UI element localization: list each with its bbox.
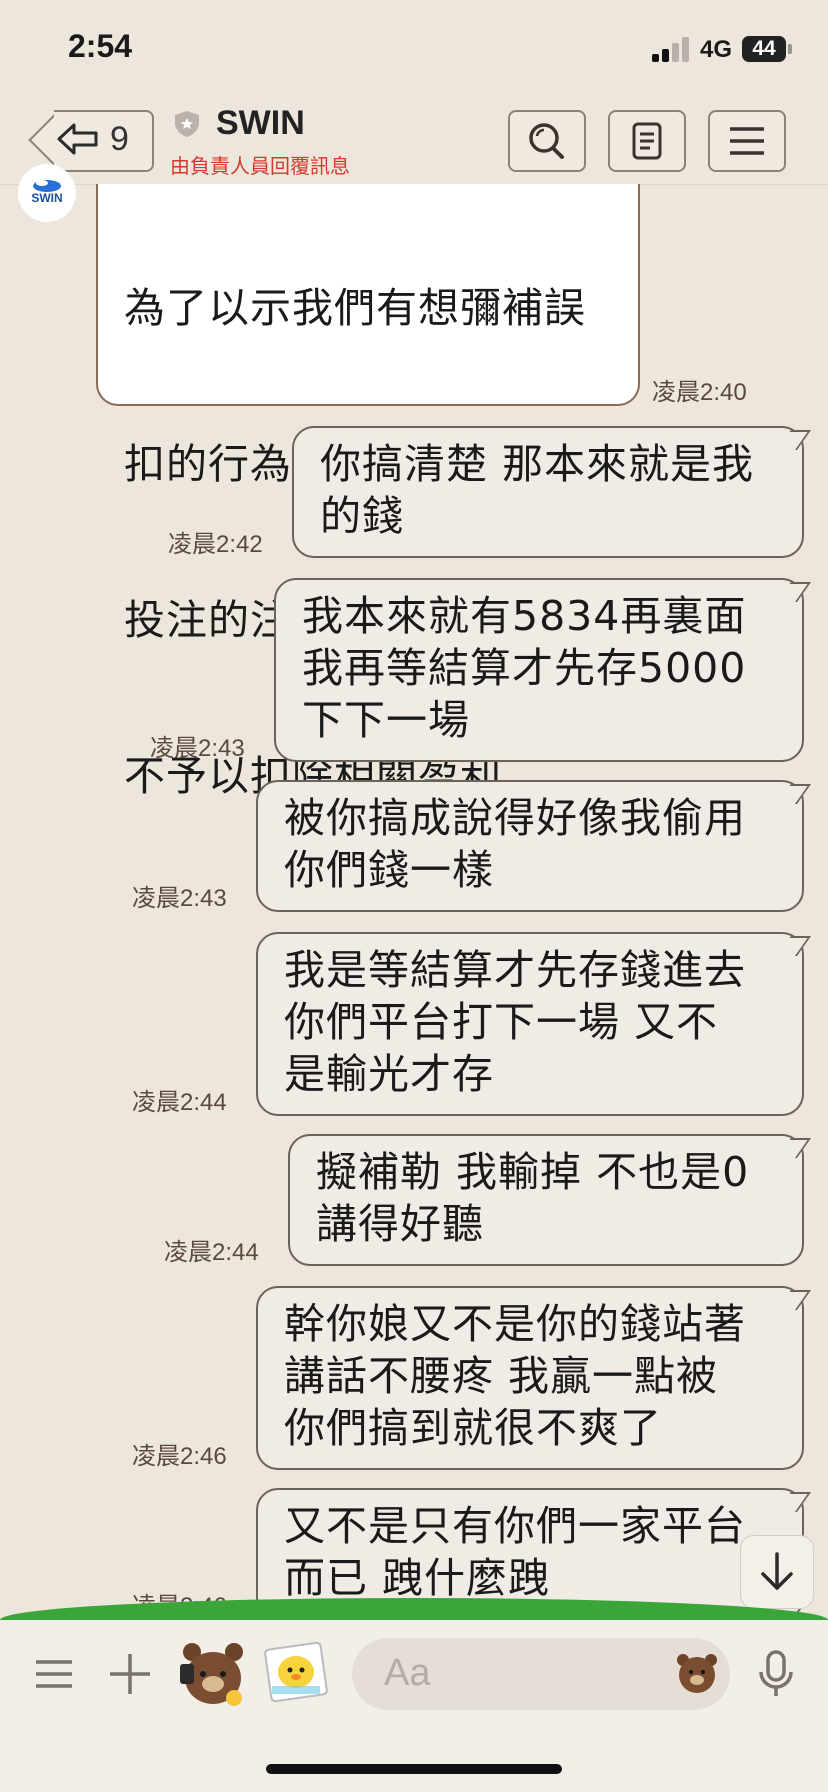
unread-count: 9	[110, 120, 129, 158]
outgoing-message-bubble[interactable]: 我本來就有5834再裏面 我再等結算才先存5000 下下一場	[274, 578, 804, 762]
message-time: 凌晨2:42	[168, 531, 263, 558]
chat-subtitle: 由負責人員回覆訊息	[170, 154, 350, 178]
incoming-line: 為了以示我們有想彌補誤	[124, 284, 586, 332]
status-time: 2:54	[68, 28, 133, 64]
bear-sticker-icon[interactable]	[178, 1638, 248, 1708]
scroll-to-bottom-button[interactable]	[740, 1535, 814, 1609]
battery-tip	[788, 44, 792, 54]
shield-icon	[175, 111, 199, 137]
menu-icon	[730, 127, 764, 155]
chat-title[interactable]: SWIN	[216, 104, 305, 143]
message-time: 凌晨2:44	[132, 1089, 227, 1116]
emoji-bear-icon[interactable]	[674, 1650, 720, 1696]
outgoing-message-bubble[interactable]: 擬補勒 我輸掉 不也是0 講得好聽	[288, 1134, 804, 1266]
chick-sticker-icon[interactable]	[264, 1640, 328, 1704]
notes-button[interactable]	[608, 110, 686, 172]
swin-logo-icon: SWIN	[31, 180, 63, 205]
back-button[interactable]: 9	[28, 110, 154, 172]
message-time: 凌晨2:46	[132, 1443, 227, 1470]
back-arrow-icon	[57, 123, 98, 155]
avatar[interactable]: SWIN	[18, 164, 76, 222]
battery-icon: 44	[742, 36, 786, 62]
menu-button[interactable]	[708, 110, 786, 172]
message-text: 你搞清楚 那本來就是我 的錢	[320, 440, 755, 540]
menu-icon[interactable]	[32, 1652, 76, 1696]
home-indicator	[266, 1764, 562, 1774]
outgoing-message-bubble[interactable]: 幹你娘又不是你的錢站著 講話不腰疼 我贏一點被 你們搞到就很不爽了	[256, 1286, 804, 1470]
message-text: 又不是只有你們一家平台 而已 跩什麼跩	[284, 1502, 746, 1602]
message-text: 我本來就有5834再裏面 我再等結算才先存5000 下下一場	[302, 592, 747, 744]
message-time: 凌晨2:43	[150, 735, 245, 762]
avatar-label: SWIN	[31, 191, 62, 205]
message-input-placeholder: Aa	[384, 1652, 431, 1694]
message-time: 凌晨2:43	[132, 885, 227, 912]
incoming-message-bubble[interactable]: 為了以示我們有想彌補誤 扣的行為，對於您10/13 投注的注單 11203032…	[96, 184, 640, 800]
arrow-down-icon	[761, 1552, 793, 1590]
search-button[interactable]	[508, 110, 586, 172]
message-text: 幹你娘又不是你的錢站著 講話不腰疼 我贏一點被 你們搞到就很不爽了	[284, 1300, 746, 1452]
outgoing-message-bubble[interactable]: 我是等結算才先存錢進去 你們平台打下一場 又不 是輸光才存	[256, 932, 804, 1116]
notes-icon	[632, 122, 662, 160]
message-text: 我是等結算才先存錢進去 你們平台打下一場 又不 是輸光才存	[284, 946, 746, 1098]
status-bar: 2:54 4G 44	[0, 0, 828, 100]
message-text: 擬補勒 我輸掉 不也是0 講得好聽	[316, 1148, 750, 1248]
outgoing-message-bubble[interactable]: 你搞清楚 那本來就是我 的錢	[292, 426, 804, 558]
outgoing-message-bubble[interactable]: 被你搞成說得好像我偷用 你們錢一樣	[256, 780, 804, 912]
microphone-icon[interactable]	[756, 1648, 796, 1702]
search-icon	[529, 123, 564, 159]
plus-icon[interactable]	[108, 1652, 152, 1696]
signal-icon	[652, 36, 692, 62]
network-label: 4G	[700, 36, 733, 63]
message-time: 凌晨2:44	[164, 1239, 259, 1266]
message-time: 凌晨2:40	[652, 379, 747, 406]
message-text: 被你搞成說得好像我偷用 你們錢一樣	[284, 794, 746, 894]
